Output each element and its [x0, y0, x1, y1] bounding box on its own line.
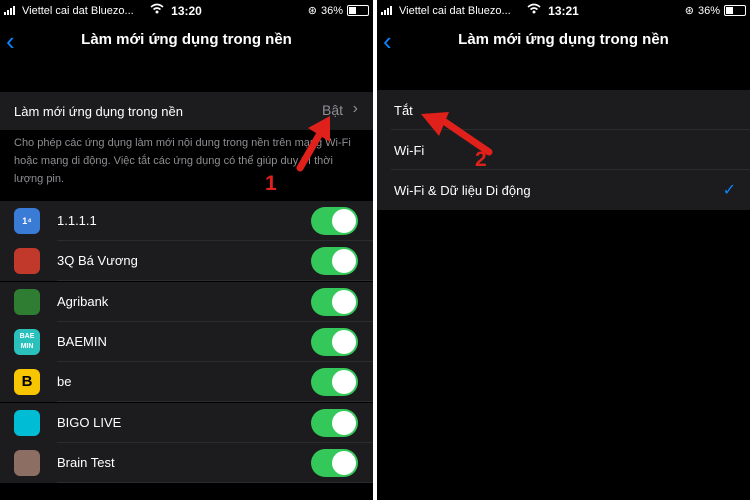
page-title: Làm mới ứng dụng trong nền: [458, 31, 669, 48]
app-row: 3Q Bá Vương: [0, 241, 373, 282]
battery-percent: 36%: [320, 4, 343, 17]
agribank-app-icon: [14, 288, 40, 315]
page-title: Làm mới ứng dụng trong nền: [81, 31, 292, 48]
orientation-lock-icon: ⊛: [307, 5, 317, 17]
setting-label: Làm mới ứng dụng trong nền: [14, 104, 183, 119]
status-bar: Viettel cai dat Bluezo... 13:21 ⊛ 36%: [377, 0, 750, 22]
app-name: Brain Test: [57, 454, 115, 470]
orientation-lock-icon: ⊛: [684, 5, 694, 17]
app-name: 1.1.1.1: [57, 213, 97, 228]
baemin-app-icon: BAE MIN: [14, 328, 40, 355]
app-row: Bbe: [0, 362, 373, 403]
3q-ba-vuong-app-icon: [14, 248, 40, 275]
background-refresh-toggle[interactable]: [311, 287, 358, 316]
app-name: Agribank: [57, 293, 109, 309]
app-name: BAEMIN: [57, 333, 107, 349]
step-number-label: 1: [265, 172, 277, 195]
app-row: Brain Test: [0, 442, 373, 483]
background-refresh-toggle[interactable]: [311, 368, 358, 397]
left-phone-screen: Viettel cai dat Bluezo... 13:20 ⊛ 36% ‹ …: [0, 0, 373, 500]
battery-status: ⊛ 36%: [685, 4, 746, 17]
toggle-knob: [332, 410, 356, 435]
background-refresh-toggle[interactable]: [311, 247, 358, 276]
1.1.1.1-app-icon: 1⁴: [14, 208, 40, 234]
battery-icon: [347, 5, 369, 16]
toggle-knob: [332, 209, 356, 233]
status-bar: Viettel cai dat Bluezo... 13:20 ⊛ 36%: [0, 0, 373, 22]
toggle-knob: [332, 370, 356, 395]
app-name: BIGO LIVE: [57, 414, 122, 430]
annotation-arrow-icon: [296, 116, 330, 172]
toggle-knob: [332, 450, 356, 475]
bigo-live-app-icon: [14, 409, 40, 436]
app-row: Agribank: [0, 281, 373, 322]
app-name: 3Q Bá Vương: [57, 253, 138, 269]
battery-status: ⊛ 36%: [308, 4, 369, 17]
background-refresh-toggle[interactable]: [311, 408, 358, 437]
app-row: BIGO LIVE: [0, 402, 373, 443]
navigation-bar: ‹ Làm mới ứng dụng trong nền: [377, 22, 750, 58]
navigation-bar: ‹ Làm mới ứng dụng trong nền: [0, 22, 373, 58]
battery-percent: 36%: [697, 4, 720, 17]
chevron-right-icon: ›: [352, 100, 358, 117]
row-divider: [57, 481, 373, 483]
background-refresh-toggle[interactable]: [311, 207, 358, 235]
battery-icon: [724, 5, 746, 16]
background-refresh-toggle[interactable]: [311, 448, 358, 477]
be-app-icon: B: [14, 369, 40, 396]
toggle-knob: [332, 329, 356, 354]
screenshot-composite: Viettel cai dat Bluezo... 13:20 ⊛ 36% ‹ …: [0, 0, 750, 500]
option-label: Tắt: [394, 103, 413, 118]
toggle-knob: [332, 249, 356, 274]
brain-test-app-icon: [14, 449, 40, 476]
app-name: be: [57, 374, 72, 390]
step-number-label: 2: [475, 148, 487, 171]
background-refresh-toggle[interactable]: [311, 327, 358, 356]
app-row: 1⁴ 1.1.1.1: [0, 201, 373, 241]
checkmark-icon: ✓: [722, 182, 736, 199]
right-phone-screen: Viettel cai dat Bluezo... 13:21 ⊛ 36% ‹ …: [377, 0, 750, 500]
option-label: Wi-Fi & Dữ liệu Di động: [394, 183, 531, 198]
app-row: BAE MIN BAEMIN: [0, 321, 373, 362]
option-wifi-cellular-row[interactable]: Wi-Fi & Dữ liệu Di động ✓: [377, 170, 750, 210]
toggle-knob: [332, 289, 356, 314]
